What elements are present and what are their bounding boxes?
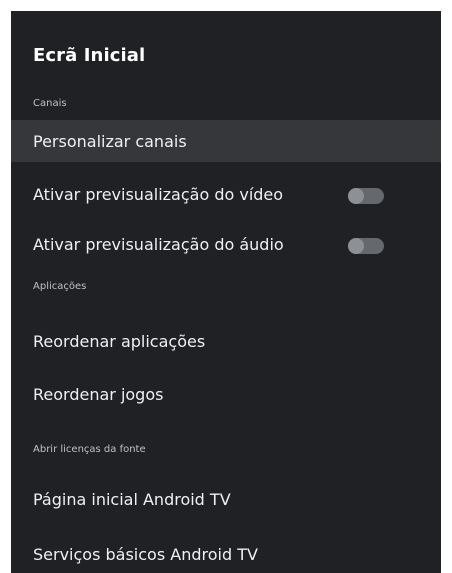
video-preview-label: Ativar previsualização do vídeo: [33, 184, 284, 204]
android-tv-home-item[interactable]: Página inicial Android TV: [11, 478, 441, 520]
audio-preview-label: Ativar previsualização do áudio: [33, 234, 284, 254]
android-tv-core-services-label: Serviços básicos Android TV: [33, 544, 258, 564]
section-header-apps: Aplicações: [33, 281, 87, 292]
customize-channels-label: Personalizar canais: [33, 131, 187, 151]
audio-preview-toggle[interactable]: [348, 238, 384, 254]
reorder-apps-label: Reordenar aplicações: [33, 331, 206, 351]
reorder-games-item[interactable]: Reordenar jogos: [11, 373, 441, 415]
section-header-channels: Canais: [33, 98, 67, 109]
section-header-licenses: Abrir licenças da fonte: [33, 444, 146, 455]
toggle-knob: [348, 238, 364, 254]
toggle-knob: [348, 188, 364, 204]
video-preview-item[interactable]: Ativar previsualização do vídeo: [11, 173, 441, 215]
settings-panel: Ecrã Inicial Canais Personalizar canais …: [11, 11, 441, 573]
reorder-games-label: Reordenar jogos: [33, 384, 164, 404]
android-tv-core-services-item[interactable]: Serviços básicos Android TV: [11, 533, 441, 573]
page-title: Ecrã Inicial: [33, 45, 146, 66]
reorder-apps-item[interactable]: Reordenar aplicações: [11, 320, 441, 362]
video-preview-toggle[interactable]: [348, 188, 384, 204]
audio-preview-item[interactable]: Ativar previsualização do áudio: [11, 223, 441, 265]
customize-channels-item[interactable]: Personalizar canais: [11, 120, 441, 162]
android-tv-home-label: Página inicial Android TV: [33, 489, 231, 509]
